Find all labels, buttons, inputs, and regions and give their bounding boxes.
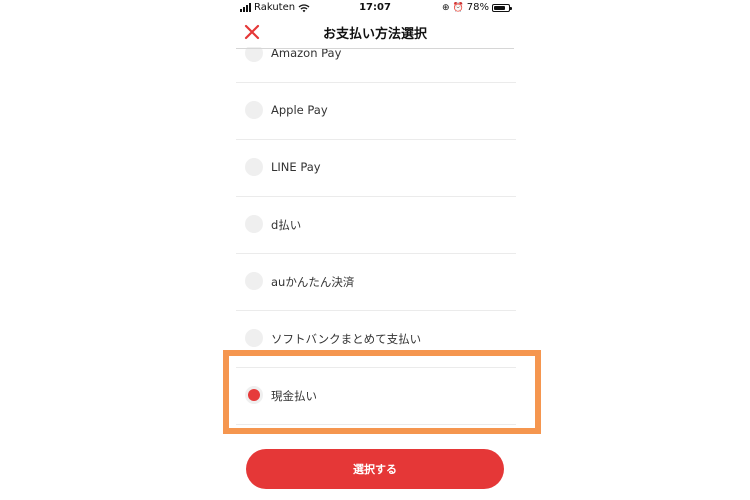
payment-method-screen: Amazon Pay Apple Pay LINE Pay d払い auかんたん… bbox=[0, 0, 750, 500]
status-bar-right: ⊕ ⏰ 78% bbox=[442, 2, 512, 13]
highlight-box bbox=[223, 350, 541, 434]
payment-option-label: d払い bbox=[271, 218, 302, 232]
battery-icon bbox=[492, 3, 512, 12]
radio-button[interactable] bbox=[245, 215, 263, 233]
payment-option-line-pay[interactable]: LINE Pay bbox=[236, 140, 516, 197]
payment-option-au-kantan[interactable]: auかんたん決済 bbox=[236, 254, 516, 311]
header: お支払い方法選択 bbox=[236, 16, 514, 49]
radio-button[interactable] bbox=[245, 329, 263, 347]
status-bar: Rakuten 17:07 ⊕ ⏰ 78% bbox=[236, 0, 514, 16]
payment-option-apple-pay[interactable]: Apple Pay bbox=[236, 83, 516, 140]
radio-button[interactable] bbox=[245, 158, 263, 176]
payment-option-d-barai[interactable]: d払い bbox=[236, 197, 516, 254]
payment-option-label: auかんたん決済 bbox=[271, 275, 355, 289]
payment-option-label: Apple Pay bbox=[271, 103, 328, 117]
rotation-lock-icon: ⊕ bbox=[442, 2, 450, 13]
alarm-icon: ⏰ bbox=[452, 2, 464, 13]
payment-option-label: ソフトバンクまとめて支払い bbox=[271, 332, 422, 346]
radio-button[interactable] bbox=[245, 272, 263, 290]
page-title: お支払い方法選択 bbox=[322, 27, 427, 42]
battery-percent: 78% bbox=[466, 2, 489, 13]
select-button[interactable]: 選択する bbox=[246, 449, 504, 489]
radio-button[interactable] bbox=[245, 101, 263, 119]
payment-option-label: LINE Pay bbox=[271, 160, 321, 174]
